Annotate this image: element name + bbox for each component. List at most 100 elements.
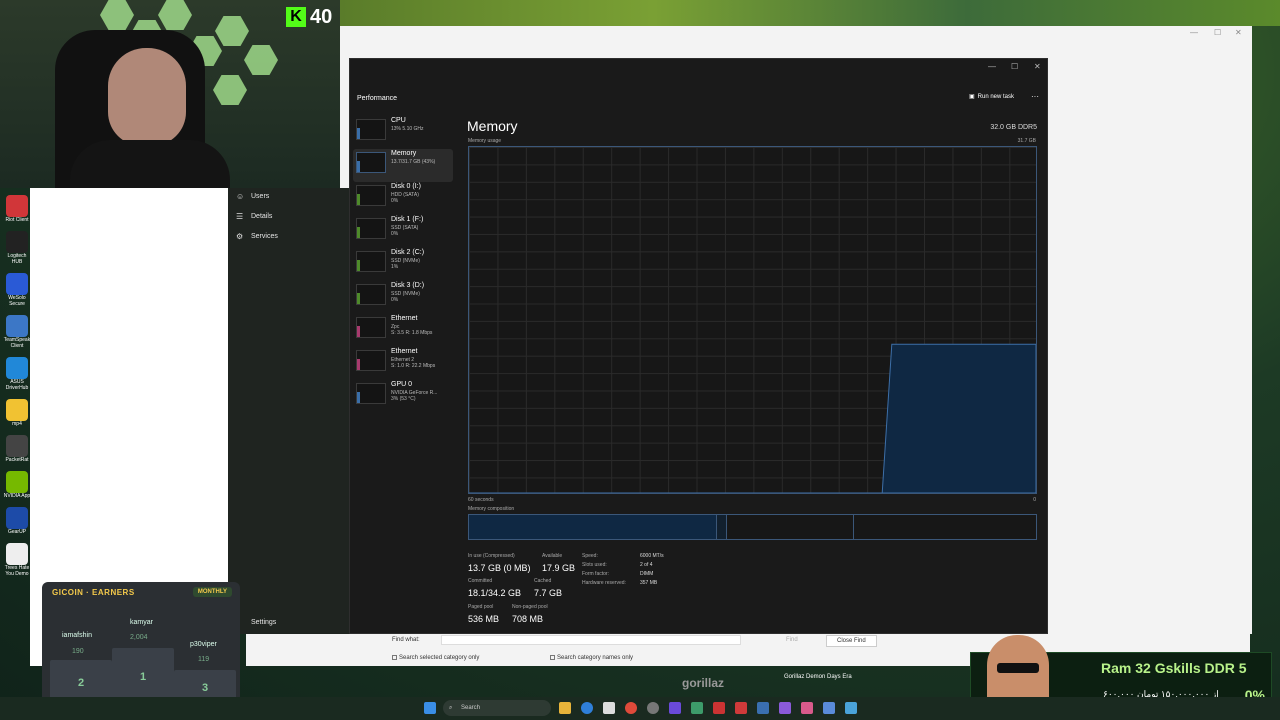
- find-input[interactable]: [441, 635, 741, 645]
- run-new-task-button[interactable]: ▣ Run new task: [969, 93, 1014, 101]
- app-icon[interactable]: [713, 702, 725, 714]
- option-category-names[interactable]: Search category names only: [550, 655, 633, 661]
- memory-usage-graph: [468, 146, 1037, 494]
- desktop-icon-label: Trees Hate You Demo: [4, 565, 30, 577]
- nav-settings[interactable]: Settings: [251, 619, 276, 626]
- users-icon: ☺: [236, 192, 245, 201]
- close-find-button[interactable]: Close Find: [826, 635, 877, 647]
- paged-pool-value: 536 MB: [468, 614, 500, 624]
- search-icon: ⌕: [449, 704, 453, 711]
- minimize-icon[interactable]: —: [1190, 28, 1198, 37]
- desktop-icon-label: NVIDIA App: [3, 493, 31, 499]
- sidebar-item-gpu-0[interactable]: GPU 0 NVIDIA GeForce R... 3% (53 °C): [353, 380, 453, 413]
- desktop-icon[interactable]: TeamSpeak Client: [2, 315, 32, 349]
- desktop-icon[interactable]: Trees Hate You Demo: [2, 543, 32, 577]
- run-task-icon: ▣: [969, 94, 975, 100]
- more-options-button[interactable]: ···: [1031, 92, 1039, 101]
- sidebar-item-detail: NVIDIA GeForce R... 3% (53 °C): [391, 390, 438, 402]
- second-place-score: 190: [72, 648, 84, 655]
- desktop-icon[interactable]: ASUS DriverHub: [2, 357, 32, 391]
- detail-value: 2 of 4: [640, 562, 653, 568]
- memory-usage-max: 31.7 GB: [1017, 138, 1036, 144]
- time-axis-left: 60 seconds: [468, 497, 494, 503]
- start-icon[interactable]: [424, 702, 436, 714]
- performance-sidebar: CPU 13% 5.10 GHz Memory 13.7/31.7 GB (43…: [353, 116, 453, 413]
- nav-users[interactable]: ☺ Users: [236, 192, 269, 201]
- desktop-icon[interactable]: PacketRat: [2, 435, 32, 463]
- memory-capacity: 32.0 GB DDR5: [990, 124, 1037, 131]
- nav-services[interactable]: ⚙ Services: [236, 232, 278, 241]
- sidebar-item-ethernet[interactable]: Ethernet Ethernet 2 S: 1.0 R: 22.2 Mbps: [353, 347, 453, 380]
- desktop-icon-label: mp4: [12, 421, 22, 427]
- sidebar-item-name: GPU 0: [391, 381, 413, 388]
- option-selected-category[interactable]: Search selected category only: [392, 655, 479, 661]
- sidebar-item-detail: Ethernet 2 S: 1.0 R: 22.2 Mbps: [391, 357, 436, 369]
- desktop-icon[interactable]: NVIDIA App: [2, 471, 32, 499]
- promo-title: Ram 32 Gskills DDR 5: [1101, 660, 1247, 676]
- composition-label: Memory composition: [468, 506, 515, 512]
- app-icon[interactable]: [823, 702, 835, 714]
- store-icon[interactable]: [603, 702, 615, 714]
- composition-in-use: [469, 515, 717, 539]
- find-button[interactable]: Find: [786, 637, 798, 643]
- desktop-icon[interactable]: GearUP: [2, 507, 32, 535]
- edge-icon[interactable]: [581, 702, 593, 714]
- sidebar-item-ethernet[interactable]: Ethernet Zpc S: 3.5 R: 1.8 Mbps: [353, 314, 453, 347]
- sidebar-item-disk-1-f[interactable]: Disk 1 (F:) SSD (SATA) 0%: [353, 215, 453, 248]
- desktop-icon[interactable]: mp4: [2, 399, 32, 427]
- sidebar-item-name: Disk 3 (D:): [391, 282, 425, 289]
- detail-value: 357 MB: [640, 580, 658, 586]
- desktop-icon[interactable]: WeSolo Secure: [2, 273, 32, 307]
- tm-maximize-icon[interactable]: ☐: [1011, 62, 1018, 71]
- sidebar-item-memory[interactable]: Memory 13.7/31.7 GB (43%): [353, 149, 453, 182]
- now-playing-track: Gorillaz Demon Days Era: [784, 674, 852, 680]
- desktop-icon[interactable]: Riot Client: [2, 195, 32, 223]
- memory-usage-area: [469, 343, 1036, 493]
- tm-minimize-icon[interactable]: —: [988, 62, 996, 71]
- app-icon[interactable]: [691, 702, 703, 714]
- kick-viewer-badge: K 40: [286, 5, 332, 29]
- perf-thumbnail: [356, 350, 386, 371]
- nav-details-label: Details: [251, 213, 273, 220]
- task-manager-icon[interactable]: [845, 702, 857, 714]
- section-heading: Memory: [467, 118, 518, 134]
- sidebar-item-cpu[interactable]: CPU 13% 5.10 GHz: [353, 116, 453, 149]
- detail-key: Hardware reserved:: [582, 580, 626, 586]
- perf-thumbnail: [356, 185, 386, 206]
- sidebar-item-disk-3-d[interactable]: Disk 3 (D:) SSD (NVMe) 0%: [353, 281, 453, 314]
- discord-icon[interactable]: [669, 702, 681, 714]
- sidebar-item-disk-2-c[interactable]: Disk 2 (C:) SSD (NVMe) 1%: [353, 248, 453, 281]
- option1-label: Search selected category only: [399, 655, 480, 662]
- option2-label: Search category names only: [557, 655, 634, 662]
- nonpaged-pool-label: Non-paged pool: [512, 604, 548, 610]
- close-icon[interactable]: ✕: [1235, 28, 1242, 37]
- available-value: 17.9 GB: [542, 563, 576, 573]
- obs-icon[interactable]: [801, 702, 813, 714]
- webcam-overlay: K 40: [0, 0, 340, 188]
- memory-composition-bar: [468, 514, 1037, 540]
- taskbar-search[interactable]: ⌕ Search: [443, 700, 551, 716]
- steam-icon[interactable]: [757, 702, 769, 714]
- file-explorer-icon[interactable]: [559, 702, 571, 714]
- desktop-icon-label: ASUS DriverHub: [5, 379, 29, 391]
- cached-label: Cached: [534, 578, 552, 584]
- game-icon: [6, 543, 28, 565]
- tm-close-icon[interactable]: ✕: [1034, 62, 1041, 71]
- app-icon[interactable]: [779, 702, 791, 714]
- sidebar-item-detail: Zpc S: 3.5 R: 1.8 Mbps: [391, 324, 433, 336]
- perf-thumbnail: [356, 251, 386, 272]
- desktop-icon[interactable]: Logitech HUB: [2, 231, 32, 265]
- packetrat-icon: [6, 435, 28, 457]
- sidebar-item-disk-0-i[interactable]: Disk 0 (I:) HDD (SATA) 0%: [353, 182, 453, 215]
- perf-thumbnail: [356, 152, 386, 173]
- app-icon[interactable]: [647, 702, 659, 714]
- chrome-icon[interactable]: [625, 702, 637, 714]
- nav-details[interactable]: ☰ Details: [236, 212, 272, 221]
- desktop-icon-label: GearUP: [7, 529, 27, 535]
- maximize-icon[interactable]: ☐: [1214, 28, 1221, 37]
- in-use-value: 13.7 GB (0 MB): [468, 563, 531, 573]
- sidebar-item-name: Disk 2 (C:): [391, 249, 425, 256]
- nonpaged-pool-value: 708 MB: [512, 614, 544, 624]
- find-what-label: Find what:: [392, 637, 420, 643]
- riot-icon[interactable]: [735, 702, 747, 714]
